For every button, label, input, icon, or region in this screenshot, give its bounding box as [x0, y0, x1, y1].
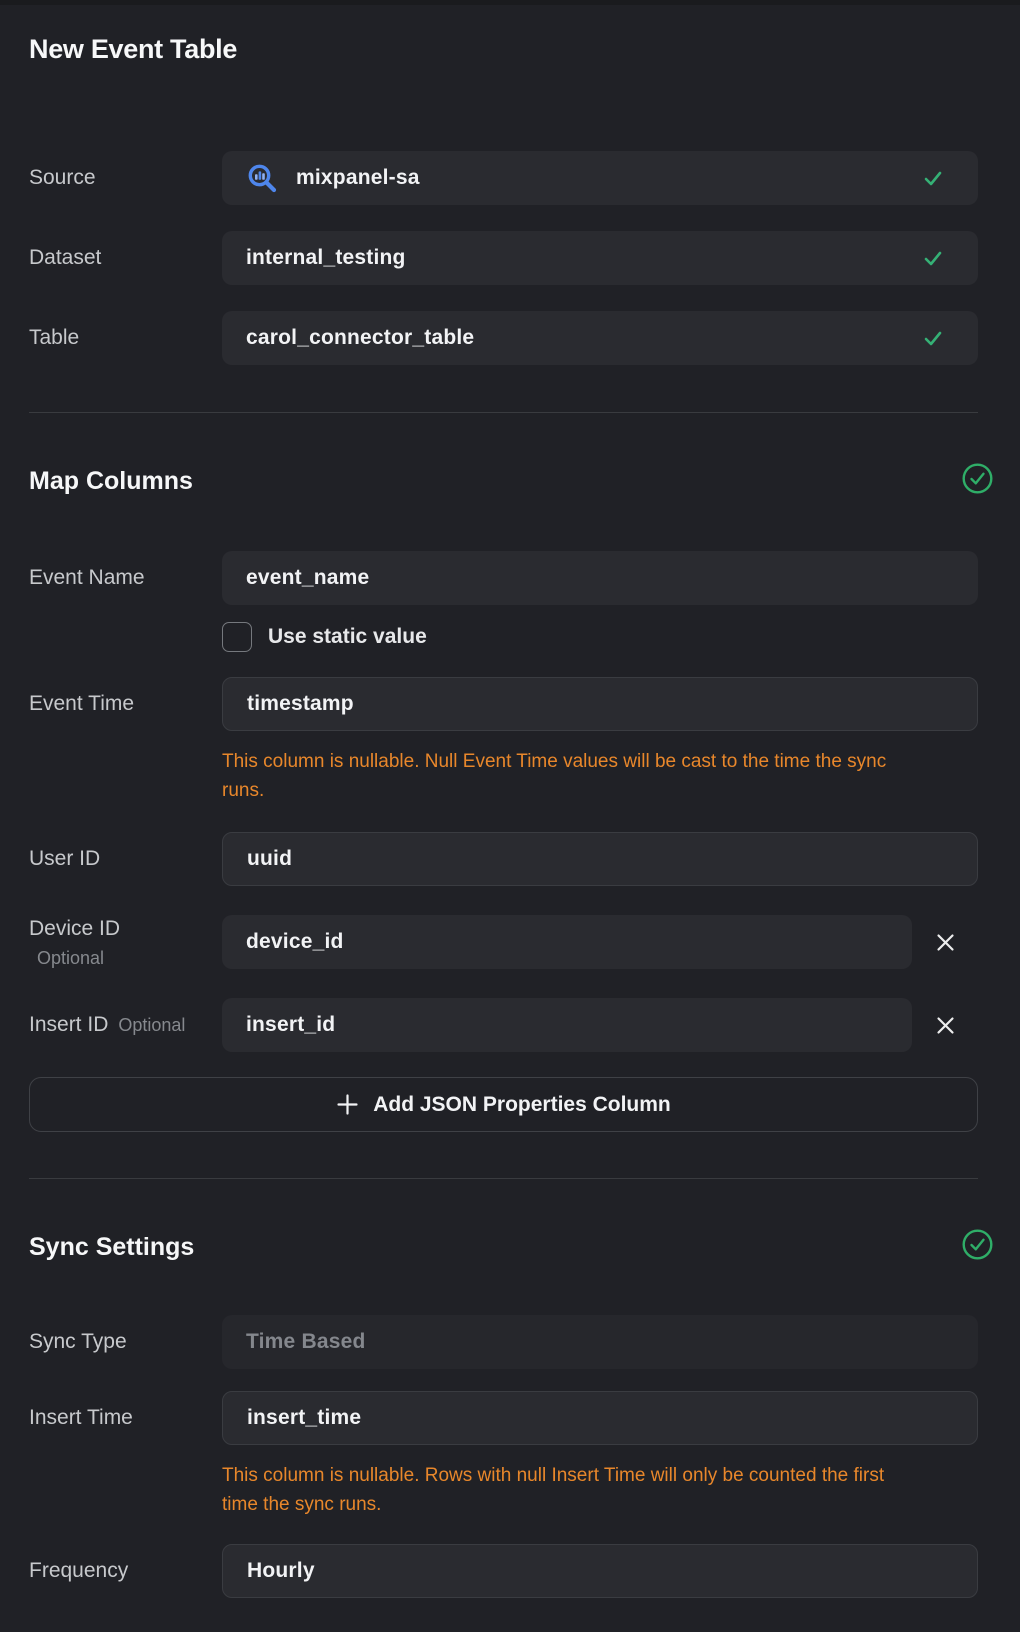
- dataset-row: Dataset internal_testing: [29, 231, 978, 285]
- map-columns-header: Map Columns: [29, 463, 993, 499]
- map-columns-complete-check-circle-icon: [962, 463, 993, 499]
- section-divider: [29, 1178, 978, 1179]
- add-json-properties-column-label: Add JSON Properties Column: [373, 1093, 671, 1117]
- device-id-row: Device ID Optional device_id: [29, 915, 978, 969]
- dataset-field[interactable]: internal_testing: [222, 231, 978, 285]
- device-id-label: Device ID: [29, 916, 222, 942]
- source-row: Source mixpanel-sa: [29, 151, 978, 205]
- section-divider: [29, 412, 978, 413]
- plus-icon: [336, 1093, 359, 1116]
- frequency-label: Frequency: [29, 1558, 222, 1584]
- sync-settings-title: Sync Settings: [29, 1233, 194, 1261]
- insert-id-label: Insert ID: [29, 1012, 108, 1038]
- dataset-valid-check-icon: [922, 247, 944, 269]
- event-name-field[interactable]: event_name: [222, 551, 978, 605]
- table-valid-check-icon: [922, 327, 944, 349]
- new-event-table-form: New Event Table Source mixpanel-sa: [0, 31, 1020, 1598]
- insert-id-value: insert_id: [246, 1013, 335, 1037]
- close-icon: [935, 1015, 956, 1036]
- bigquery-source-icon: [246, 162, 278, 194]
- sync-settings-complete-check-circle-icon: [962, 1229, 993, 1265]
- device-id-optional-note: Optional: [29, 947, 222, 969]
- insert-time-nullable-warning: This column is nullable. Rows with null …: [222, 1461, 924, 1519]
- sync-settings-header: Sync Settings: [29, 1229, 993, 1265]
- sync-type-label: Sync Type: [29, 1329, 222, 1355]
- page-title: New Event Table: [29, 31, 978, 67]
- event-time-value: timestamp: [247, 692, 354, 716]
- add-json-properties-column-button[interactable]: Add JSON Properties Column: [29, 1077, 978, 1132]
- device-id-field[interactable]: device_id: [222, 915, 912, 969]
- insert-time-field[interactable]: insert_time: [222, 1391, 978, 1445]
- remove-device-id-button[interactable]: [928, 925, 962, 959]
- event-time-row: Event Time timestamp: [29, 677, 978, 731]
- use-static-value-checkbox[interactable]: [222, 622, 252, 652]
- map-columns-title: Map Columns: [29, 467, 193, 495]
- insert-time-label: Insert Time: [29, 1405, 222, 1431]
- use-static-value-row: Use static value: [222, 622, 978, 652]
- dataset-value: internal_testing: [246, 246, 406, 270]
- insert-time-value: insert_time: [247, 1406, 361, 1430]
- window-top-edge: [0, 0, 1020, 5]
- sync-type-field[interactable]: Time Based: [222, 1315, 978, 1369]
- close-icon: [935, 932, 956, 953]
- insert-id-row: Insert ID Optional insert_id: [29, 998, 978, 1052]
- source-valid-check-icon: [922, 167, 944, 189]
- event-time-nullable-warning: This column is nullable. Null Event Time…: [222, 747, 924, 805]
- dataset-label: Dataset: [29, 245, 222, 271]
- source-field[interactable]: mixpanel-sa: [222, 151, 978, 205]
- user-id-label: User ID: [29, 846, 222, 872]
- frequency-field[interactable]: Hourly: [222, 1544, 978, 1598]
- frequency-value: Hourly: [247, 1559, 315, 1583]
- source-value: mixpanel-sa: [296, 166, 420, 190]
- use-static-value-label: Use static value: [268, 625, 427, 649]
- insert-id-field[interactable]: insert_id: [222, 998, 912, 1052]
- event-name-value: event_name: [246, 566, 369, 590]
- user-id-field[interactable]: uuid: [222, 832, 978, 886]
- event-name-label: Event Name: [29, 565, 222, 591]
- source-label: Source: [29, 165, 222, 191]
- device-id-value: device_id: [246, 930, 344, 954]
- sync-type-row: Sync Type Time Based: [29, 1315, 978, 1369]
- event-time-label: Event Time: [29, 691, 222, 717]
- table-value: carol_connector_table: [246, 326, 474, 350]
- insert-time-row: Insert Time insert_time: [29, 1391, 978, 1445]
- sync-type-value: Time Based: [246, 1330, 366, 1354]
- table-row: Table carol_connector_table: [29, 311, 978, 365]
- event-time-field[interactable]: timestamp: [222, 677, 978, 731]
- table-field[interactable]: carol_connector_table: [222, 311, 978, 365]
- event-name-row: Event Name event_name: [29, 551, 978, 605]
- frequency-row: Frequency Hourly: [29, 1544, 978, 1598]
- insert-id-optional-note: Optional: [118, 1014, 185, 1036]
- table-label: Table: [29, 325, 222, 351]
- user-id-row: User ID uuid: [29, 832, 978, 886]
- remove-insert-id-button[interactable]: [928, 1008, 962, 1042]
- user-id-value: uuid: [247, 847, 292, 871]
